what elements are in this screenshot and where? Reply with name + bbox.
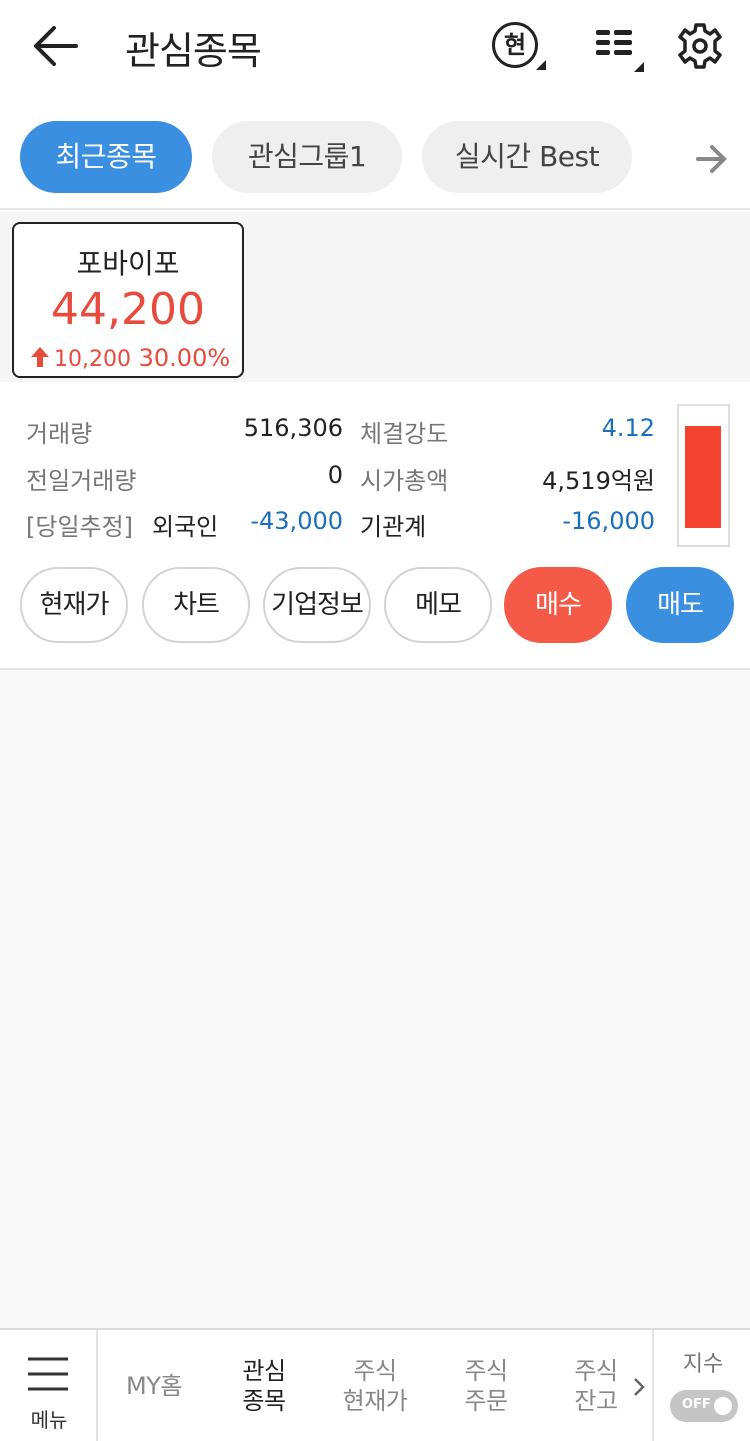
nav-label-line1: 주식: [353, 1356, 397, 1385]
nav-label: MY홈: [126, 1371, 182, 1400]
price-type-icon[interactable]: 현: [490, 22, 548, 74]
index-label: 지수: [682, 1352, 724, 1377]
volume-value: 516,306: [243, 414, 343, 442]
index-toggle-block: 지수 OFF: [652, 1330, 750, 1441]
gear-icon[interactable]: [676, 20, 724, 72]
app-header: 관심종목 현: [0, 0, 750, 95]
price-type-icon-text: 현: [492, 22, 538, 68]
volume-label: 거래량: [26, 420, 93, 448]
nav-stock-balance[interactable]: 주식 잔고: [546, 1330, 646, 1441]
stock-price: 44,200: [51, 284, 205, 335]
up-arrow-icon: [30, 346, 50, 368]
nav-label-line2: 주문: [464, 1386, 508, 1415]
sell-button[interactable]: 매도: [626, 567, 734, 643]
hamburger-icon: [28, 1356, 68, 1392]
nav-label-line2: 종목: [242, 1386, 286, 1415]
dropdown-corner-icon: [536, 60, 546, 70]
nav-label-line1: 주식: [464, 1356, 508, 1385]
bottom-navigation: 메뉴 MY홈 관심 종목 주식 현재가 주식 주문 주식 잔고 지수 OFF: [0, 1328, 750, 1441]
buy-button[interactable]: 매수: [504, 567, 612, 643]
list-view-icon[interactable]: [594, 28, 646, 74]
institution-value: -16,000: [562, 507, 655, 535]
chevron-right-icon[interactable]: [694, 139, 734, 179]
current-price-button[interactable]: 현재가: [20, 567, 128, 643]
institution-label: 기관계: [360, 513, 427, 541]
memo-button[interactable]: 메모: [384, 567, 492, 643]
stock-card[interactable]: 포바이포 44,200 10,200 30.00%: [12, 222, 244, 378]
back-arrow-icon[interactable]: [30, 22, 82, 70]
change-amount: 10,200: [54, 347, 131, 372]
prev-volume-label: 전일거래량: [26, 467, 137, 495]
menu-button[interactable]: 메뉴: [0, 1330, 98, 1441]
foreign-label: 외국인: [152, 513, 219, 541]
page-title: 관심종목: [125, 29, 262, 73]
nav-label-line2: 잔고: [574, 1386, 618, 1415]
nav-label-line1: 주식: [574, 1356, 618, 1385]
stock-name: 포바이포: [76, 247, 180, 280]
company-info-button[interactable]: 기업정보: [263, 567, 371, 643]
tab-realtime-best[interactable]: 실시간 Best: [422, 121, 632, 193]
market-cap-value: 4,519억원: [542, 467, 655, 495]
stock-card-strip: 포바이포 44,200 10,200 30.00%: [0, 212, 750, 382]
index-toggle[interactable]: OFF: [670, 1390, 738, 1422]
nav-stock-order[interactable]: 주식 주문: [436, 1330, 536, 1441]
estimate-label: [당일추정]: [26, 513, 134, 541]
tab-recent-stocks[interactable]: 최근종목: [20, 121, 192, 193]
toggle-knob: [714, 1397, 732, 1415]
dropdown-corner-icon: [634, 62, 644, 72]
chevron-right-icon[interactable]: [632, 1376, 646, 1398]
nav-label-line1: 관심: [242, 1356, 286, 1385]
nav-my-home[interactable]: MY홈: [104, 1330, 204, 1441]
change-percent: 30.00%: [138, 344, 231, 372]
candle-body: [685, 426, 721, 528]
nav-watchlist[interactable]: 관심 종목: [214, 1330, 314, 1441]
tab-watch-group-1[interactable]: 관심그룹1: [212, 121, 402, 193]
menu-label: 메뉴: [30, 1408, 68, 1432]
prev-volume-value: 0: [327, 461, 343, 489]
group-tabs: 최근종목 관심그룹1 실시간 Best: [0, 95, 750, 210]
nav-stock-current-price[interactable]: 주식 현재가: [324, 1330, 426, 1441]
foreign-value: -43,000: [250, 507, 343, 535]
candlestick-mini-chart: [677, 404, 730, 547]
toggle-state: OFF: [682, 1397, 711, 1412]
chart-button[interactable]: 차트: [142, 567, 250, 643]
strength-value: 4.12: [601, 414, 655, 442]
stock-change: 10,200 30.00%: [30, 344, 230, 372]
market-cap-label: 시가총액: [360, 467, 449, 495]
strength-label: 체결강도: [360, 420, 449, 448]
stock-details-panel: 거래량 516,306 체결강도 4.12 전일거래량 0 시가총액 4,519…: [0, 382, 750, 670]
nav-label-line2: 현재가: [342, 1386, 408, 1415]
